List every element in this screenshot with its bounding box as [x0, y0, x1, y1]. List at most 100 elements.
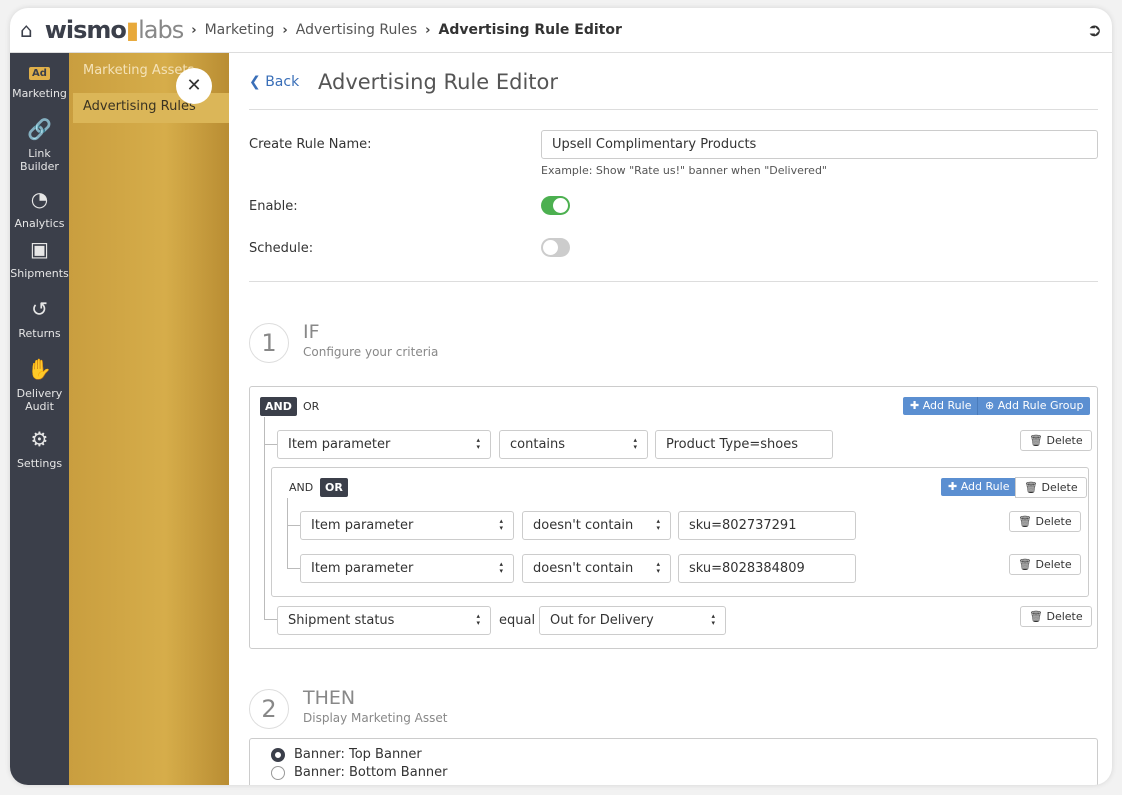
close-menu-button[interactable]: ✕: [176, 68, 212, 104]
header: ⌂ wismo▮labs › Marketing › Advertising R…: [10, 8, 1112, 53]
sidebar-item-delivery-audit[interactable]: ✋ Delivery Audit: [10, 353, 69, 413]
rule-group: AND OR ✚ Add Rule ⊕ Add Rule Group Item …: [249, 386, 1098, 649]
delete-rule-button[interactable]: 🗑 Delete: [1020, 430, 1092, 451]
label: Delete: [1035, 515, 1072, 528]
label: Add Rule Group: [997, 399, 1084, 412]
tree-line: [287, 498, 288, 568]
sidebar-item-marketing[interactable]: Ad Marketing: [10, 53, 69, 113]
label: Banner: Bottom Banner: [294, 765, 448, 780]
group-rule1-value-input[interactable]: sku=802737291: [678, 511, 856, 540]
nested-rule-group: AND OR ✚ Add Rule 🗑 Delete Item paramete…: [271, 467, 1089, 597]
rule1-value-input[interactable]: Product Type=shoes: [655, 430, 833, 459]
divider: [249, 109, 1098, 110]
box-icon: ▣: [30, 237, 49, 261]
pie-chart-icon: ◔: [30, 187, 49, 211]
tree-line: [264, 619, 277, 620]
sidebar-item-label: Settings: [16, 457, 63, 470]
group-rule2-operator-select[interactable]: doesn't contain: [522, 554, 671, 583]
sidebar-item-label: Shipments: [10, 267, 69, 280]
trash-icon: 🗑: [1029, 610, 1047, 623]
label: Delete: [1046, 434, 1083, 447]
add-rule-group-button[interactable]: ⊕ Add Rule Group: [977, 397, 1091, 415]
logout-icon[interactable]: ➲: [1087, 20, 1102, 41]
sidebar-item-analytics[interactable]: ◔ Analytics: [10, 173, 69, 233]
schedule-toggle[interactable]: [541, 238, 570, 257]
rule1-operator-select[interactable]: contains: [499, 430, 648, 459]
sidebar-item-shipments[interactable]: ▣ Shipments: [10, 233, 69, 293]
rule-name-label: Create Rule Name:: [249, 137, 372, 152]
rule-name-hint: Example: Show "Rate us!" banner when "De…: [541, 164, 827, 177]
trash-icon: 🗑: [1029, 434, 1047, 447]
radio-bottom-banner[interactable]: Banner: Bottom Banner: [271, 765, 448, 781]
label: Delete: [1041, 481, 1078, 494]
sidebar-item-label: Link Builder: [20, 147, 59, 173]
sidebar-item-label: Returns: [18, 327, 61, 340]
rule3-operator: equal: [499, 613, 536, 628]
plus-circle-icon: ⊕: [985, 399, 998, 412]
close-icon: ✕: [186, 75, 202, 96]
submenu: Marketing Assets Advertising Rules: [69, 53, 229, 785]
group-rule1-param-select[interactable]: Item parameter: [300, 511, 514, 540]
group-rule2-value-input[interactable]: sku=8028384809: [678, 554, 856, 583]
delete-rule-button[interactable]: 🗑 Delete: [1020, 606, 1092, 627]
logo[interactable]: wismo▮labs: [45, 16, 185, 44]
and-toggle[interactable]: AND: [260, 397, 297, 416]
group-rule2-param-select[interactable]: Item parameter: [300, 554, 514, 583]
radio-top-banner[interactable]: Banner: Top Banner: [271, 747, 422, 763]
radio-checked-icon: [271, 748, 285, 762]
sidebar-item-label: Delivery Audit: [16, 387, 63, 413]
rule-name-input[interactable]: Upsell Complimentary Products: [541, 130, 1098, 159]
rule3-param-select[interactable]: Shipment status: [277, 606, 491, 635]
delete-rule-button[interactable]: 🗑 Delete: [1009, 511, 1081, 532]
gears-icon: ⚙: [30, 427, 49, 451]
asset-options: Banner: Top Banner Banner: Bottom Banner: [249, 738, 1098, 785]
rule3-value-select[interactable]: Out for Delivery: [539, 606, 726, 635]
main-content: ❮ Back Advertising Rule Editor Create Ru…: [229, 53, 1112, 785]
tree-line: [287, 525, 300, 526]
delete-rule-button[interactable]: 🗑 Delete: [1009, 554, 1081, 575]
label: Add Rule: [922, 399, 972, 412]
group-delete-button[interactable]: 🗑 Delete: [1015, 477, 1087, 498]
trash-icon: 🗑: [1018, 558, 1036, 571]
add-rule-button[interactable]: ✚ Add Rule: [903, 397, 979, 415]
or-toggle[interactable]: OR: [298, 397, 324, 416]
label: Banner: Top Banner: [294, 747, 422, 762]
rule1-param-select[interactable]: Item parameter: [277, 430, 491, 459]
group-add-rule-button[interactable]: ✚ Add Rule: [941, 478, 1017, 496]
page-title: Advertising Rule Editor: [318, 70, 559, 94]
group-or-toggle[interactable]: OR: [320, 478, 348, 497]
sidebar-item-link-builder[interactable]: 🔗 Link Builder: [10, 113, 69, 173]
group-rule1-operator-select[interactable]: doesn't contain: [522, 511, 671, 540]
sidebar-item-label: Marketing: [12, 87, 67, 100]
app-window: ⌂ wismo▮labs › Marketing › Advertising R…: [10, 8, 1112, 785]
back-link[interactable]: ❮ Back: [249, 74, 299, 90]
if-heading: IF: [303, 321, 320, 343]
back-label: Back: [265, 74, 300, 90]
tree-line: [264, 417, 265, 619]
radio-unchecked-icon: [271, 766, 285, 780]
enable-label: Enable:: [249, 199, 298, 214]
sidebar-item-returns[interactable]: ↺ Returns: [10, 293, 69, 353]
undo-icon: ↺: [31, 297, 48, 321]
label: Add Rule: [960, 480, 1010, 493]
step-number: 2: [249, 689, 289, 729]
enable-toggle[interactable]: [541, 196, 570, 215]
link-icon: 🔗: [27, 117, 52, 141]
then-subtitle: Display Marketing Asset: [303, 711, 448, 725]
breadcrumb-marketing[interactable]: Marketing: [205, 22, 275, 38]
plus-icon: ✚: [910, 399, 923, 412]
then-heading: THEN: [303, 687, 356, 709]
submenu-marketing-assets[interactable]: Marketing Assets: [83, 63, 194, 78]
hand-icon: ✋: [27, 357, 52, 381]
group-and-toggle[interactable]: AND: [284, 478, 318, 497]
divider: [249, 281, 1098, 282]
breadcrumb-current: Advertising Rule Editor: [438, 22, 622, 38]
breadcrumb-advertising-rules[interactable]: Advertising Rules: [296, 22, 417, 38]
schedule-label: Schedule:: [249, 241, 314, 256]
home-icon[interactable]: ⌂: [20, 18, 33, 42]
sidebar-item-settings[interactable]: ⚙ Settings: [10, 413, 69, 473]
tree-line: [264, 444, 277, 445]
if-subtitle: Configure your criteria: [303, 345, 439, 359]
plus-icon: ✚: [948, 480, 961, 493]
chevron-left-icon: ❮: [249, 74, 266, 90]
